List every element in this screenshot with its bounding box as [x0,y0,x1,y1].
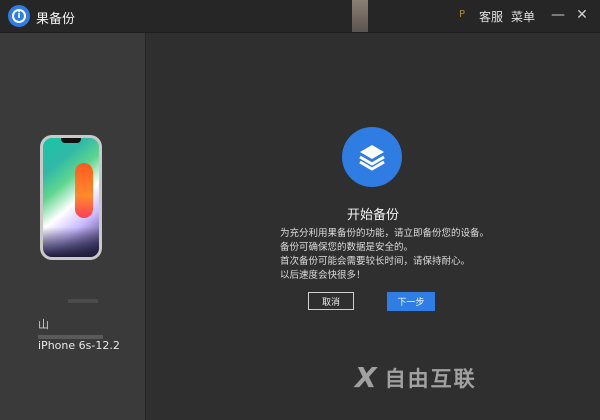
device-shadow [68,299,98,303]
layers-icon [342,127,402,187]
app-logo-icon: i [8,5,30,27]
description-line: 备份可确保您的数据是安全的。 [280,242,414,253]
app-title: 果备份 [36,12,76,27]
page-heading: 开始备份 [346,208,399,223]
description-line: 为充分利用果备份的功能，请立即备份您的设备。 [280,228,490,239]
minimize-icon[interactable]: — [550,6,566,24]
menu-link[interactable]: 菜单 [511,8,535,25]
device-name[interactable]: iPhone 6s-12.2 [38,339,120,352]
cancel-button[interactable]: 取消 [308,292,354,310]
description-line: 首次备份可能会需要较长时间，请保持耐心。 [280,256,471,267]
title-thumbnail [352,0,368,32]
watermark-text: 自由互联 [384,366,477,391]
watermark-logo-icon: X [355,361,379,394]
backup-description: 为充分利用果备份的功能，请立即备份您的设备。 备份可确保您的数据是安全的。 首次… [280,227,580,283]
description-line: 以后速度会快很多！ [280,270,366,281]
watermark: X 自由互联 [355,361,477,394]
device-status-glyph: 山 [38,318,49,331]
device-sidebar: 山 iPhone 6s-12.2 [0,33,146,420]
title-bar: i 果备份 P 客服 菜单 — ✕ [0,0,600,33]
iphone-image [40,135,102,260]
customer-service-link[interactable]: 客服 [479,8,503,25]
close-icon[interactable]: ✕ [574,6,590,24]
hint-icon: P [459,9,466,20]
next-step-button[interactable]: 下一步 [387,292,435,311]
